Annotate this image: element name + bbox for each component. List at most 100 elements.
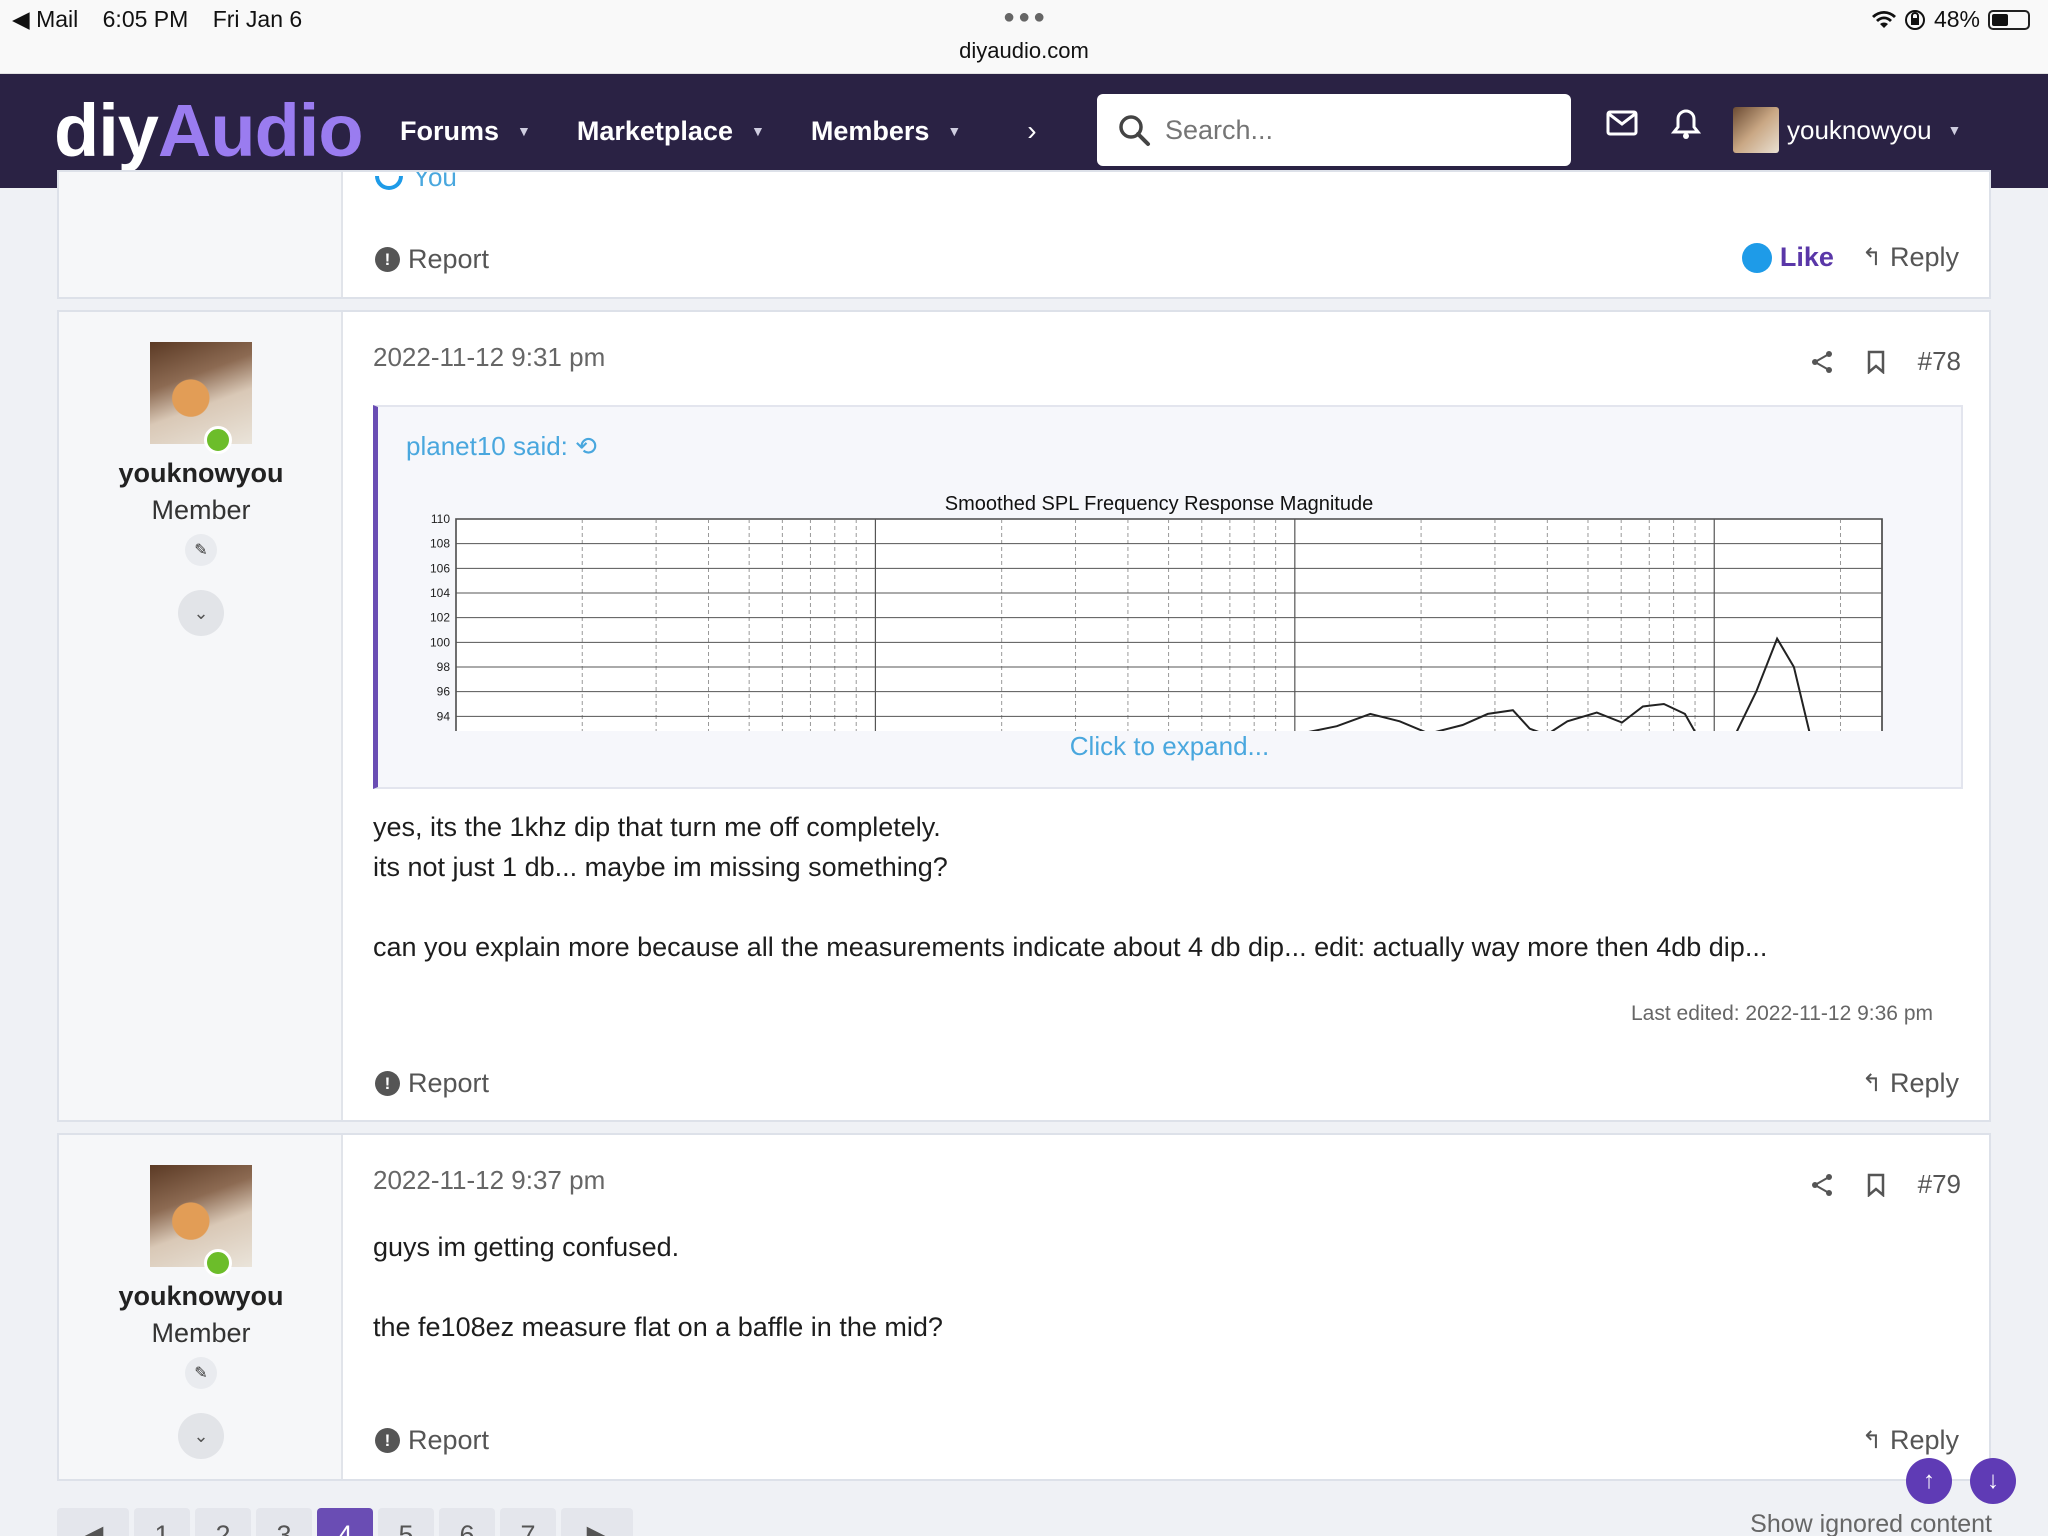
reply-button[interactable]: ↰ Reply: [1862, 1068, 1959, 1099]
like-label: Like: [1779, 242, 1834, 272]
search-box[interactable]: [1097, 94, 1571, 166]
avatar[interactable]: [150, 342, 252, 454]
chevron-right-icon[interactable]: ›: [1027, 115, 1036, 147]
post-body-line: yes, its the 1khz dip that turn me off c…: [373, 812, 941, 842]
status-bar: ◀ Mail 6:05 PM Fri Jan 6 ●●● diyaudio.co…: [0, 0, 2048, 74]
status-time: 6:05 PM: [102, 6, 189, 32]
search-input[interactable]: [1165, 114, 1545, 146]
last-edited-note[interactable]: Last edited: 2022-11-12 9:36 pm: [1631, 1002, 1933, 1026]
post-actions: ↰ Reply: [1862, 1068, 1959, 1099]
reply-arrow-icon: ↰: [1861, 244, 1882, 271]
battery-percent: 48%: [1933, 6, 1980, 32]
reply-button[interactable]: ↰ Reply: [1862, 1425, 1959, 1456]
page-2-button[interactable]: 2: [195, 1508, 251, 1536]
orientation-lock-icon: [1904, 9, 1925, 30]
page-6-button[interactable]: 6: [439, 1508, 495, 1536]
post-79: youknowyou Member ✎ ⌄ 2022-11-12 9:37 pm…: [57, 1133, 1991, 1481]
post-78: youknowyou Member ✎ ⌄ 2022-11-12 9:31 pm…: [57, 310, 1991, 1122]
page-4-current[interactable]: 4: [317, 1508, 373, 1536]
page-3-button[interactable]: 3: [256, 1508, 312, 1536]
post-number-link[interactable]: #78: [1918, 346, 1961, 377]
author-role: Member: [151, 1318, 251, 1348]
reactions-label: You: [413, 172, 457, 192]
mail-icon[interactable]: [1606, 110, 1638, 136]
reply-label: Reply: [1889, 242, 1959, 272]
reactions-summary[interactable]: You: [375, 172, 457, 194]
post-body-line: can you explain more because all the mea…: [373, 932, 1768, 962]
post-author-block: youknowyou Member ✎ ⌄: [59, 342, 343, 636]
back-to-mail[interactable]: ◀ Mail: [12, 6, 78, 32]
chevron-down-icon[interactable]: ▼: [947, 123, 961, 139]
y-tick-label: 100: [430, 635, 450, 649]
share-icon[interactable]: [1810, 1173, 1834, 1197]
report-link[interactable]: ! Report: [375, 1068, 489, 1099]
scroll-to-top-button[interactable]: ↑: [1906, 1458, 1952, 1504]
show-ignored-content-link[interactable]: Show ignored content: [1750, 1510, 1992, 1536]
reply-arrow-icon: ↰: [1861, 1427, 1882, 1454]
multitask-dots-icon[interactable]: ●●●: [1003, 6, 1048, 29]
report-label: Report: [408, 1068, 490, 1098]
reply-label: Reply: [1889, 1068, 1959, 1098]
y-tick-label: 96: [437, 685, 451, 699]
author-name[interactable]: youknowyou: [59, 458, 343, 489]
post-date[interactable]: 2022-11-12 9:37 pm: [373, 1165, 605, 1196]
page-1-button[interactable]: 1: [134, 1508, 190, 1536]
post-tools: #78: [1810, 346, 1961, 377]
online-indicator-icon: [204, 1249, 232, 1277]
post-user-column: [59, 172, 343, 297]
address-bar-url[interactable]: diyaudio.com: [0, 38, 2048, 64]
report-icon: !: [375, 1428, 400, 1453]
reply-button[interactable]: ↰ Reply: [1862, 242, 1959, 273]
page-5-button[interactable]: 5: [378, 1508, 434, 1536]
scroll-to-bottom-button[interactable]: ↓: [1970, 1458, 2016, 1504]
y-tick-label: 106: [430, 561, 450, 575]
prev-page-button[interactable]: ◀: [57, 1508, 129, 1536]
status-left: ◀ Mail 6:05 PM Fri Jan 6: [12, 6, 320, 33]
post-user-column: youknowyou Member ✎ ⌄: [59, 1135, 343, 1479]
bookmark-icon[interactable]: [1866, 1173, 1886, 1197]
chevron-down-icon[interactable]: ⌄: [178, 1413, 224, 1459]
post-actions: Like ↰ Reply: [1741, 242, 1959, 273]
chevron-down-icon[interactable]: ⌄: [178, 590, 224, 636]
account-username: youknowyou: [1787, 114, 1932, 145]
quote-attribution[interactable]: planet10 said: ⟲: [406, 431, 597, 462]
click-to-expand-link[interactable]: Click to expand...: [378, 731, 1961, 762]
report-icon: !: [375, 1071, 400, 1096]
post-number-link[interactable]: #79: [1918, 1169, 1961, 1200]
chevron-down-icon[interactable]: ▼: [517, 123, 531, 139]
chevron-down-icon[interactable]: ▼: [751, 123, 765, 139]
share-icon[interactable]: [1810, 350, 1834, 374]
bookmark-icon[interactable]: [1866, 350, 1886, 374]
post-actions: ↰ Reply: [1862, 1425, 1959, 1456]
account-menu[interactable]: youknowyou ▼: [1733, 107, 1961, 153]
author-name[interactable]: youknowyou: [59, 1281, 343, 1312]
post-body: guys im getting confused. the fe108ez me…: [373, 1227, 943, 1347]
member-badge-icon: ✎: [185, 1357, 217, 1389]
next-page-button[interactable]: ▶: [561, 1508, 633, 1536]
chart-title: Smoothed SPL Frequency Response Magnitud…: [945, 493, 1373, 515]
like-button[interactable]: Like: [1741, 242, 1834, 273]
page-7-button[interactable]: 7: [500, 1508, 556, 1536]
nav-forums[interactable]: Forums ▼: [400, 116, 531, 147]
wifi-icon: [1871, 10, 1896, 28]
search-icon: [1119, 115, 1150, 146]
post-date[interactable]: 2022-11-12 9:31 pm: [373, 342, 605, 373]
go-to-quote-icon[interactable]: ⟲: [575, 431, 597, 461]
nav-marketplace[interactable]: Marketplace ▼: [577, 116, 765, 147]
bell-icon[interactable]: [1671, 108, 1701, 140]
post-body-line: guys im getting confused.: [373, 1232, 680, 1262]
y-tick-label: 108: [430, 537, 450, 551]
post-user-column: youknowyou Member ✎ ⌄: [59, 312, 343, 1120]
avatar[interactable]: [150, 1165, 252, 1277]
y-tick-label: 104: [430, 586, 450, 600]
nav-marketplace-label: Marketplace: [576, 115, 733, 146]
site-logo[interactable]: diyAudio: [54, 88, 364, 173]
frequency-response-chart: Smoothed SPL Frequency Response Magnitud…: [430, 493, 1883, 731]
nav-members[interactable]: Members ▼: [811, 116, 961, 147]
post-body: yes, its the 1khz dip that turn me off c…: [373, 807, 1767, 967]
report-link[interactable]: ! Report: [375, 1425, 489, 1456]
online-indicator-icon: [204, 426, 232, 454]
report-link[interactable]: ! Report: [375, 244, 489, 275]
report-label: Report: [408, 244, 490, 274]
